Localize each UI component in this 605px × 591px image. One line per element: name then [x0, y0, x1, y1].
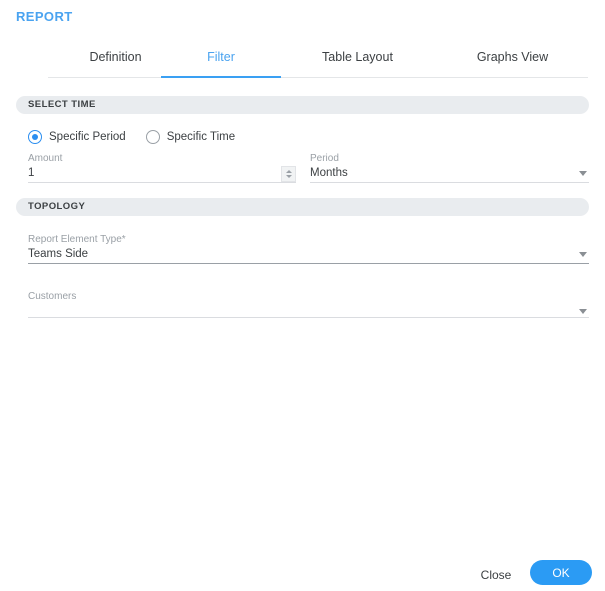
tab-filter-indicator [161, 76, 281, 78]
number-spinner-icon[interactable] [281, 166, 296, 182]
tab-graphs-view-label: Graphs View [476, 50, 549, 64]
page-title: REPORT [16, 9, 73, 24]
radio-specific-time-label: Specific Time [166, 131, 236, 143]
report-element-type-field: Report Element Type* Teams Side [28, 233, 589, 264]
amount-field: Amount 1 [28, 152, 296, 183]
chevron-down-icon[interactable] [579, 309, 587, 314]
chevron-down-icon[interactable] [579, 252, 587, 257]
radio-specific-period-label: Specific Period [49, 131, 126, 143]
period-underline [310, 182, 589, 183]
radio-specific-period[interactable]: Specific Period [28, 130, 126, 144]
customers-select-value[interactable] [28, 303, 589, 317]
report-element-type-underline [28, 263, 589, 264]
customers-field: Customers [28, 290, 589, 318]
tab-graphs-view-indicator [445, 76, 580, 78]
tab-table-layout-indicator [290, 76, 425, 78]
report-element-type-select-value[interactable]: Teams Side [28, 246, 589, 263]
period-field: Period Months [310, 152, 589, 183]
period-select-value[interactable]: Months [310, 165, 589, 182]
radio-specific-time[interactable]: Specific Time [145, 130, 236, 144]
customers-label: Customers [28, 291, 77, 302]
chevron-down-icon[interactable] [579, 171, 587, 176]
report-element-type-label: Report Element Type* [28, 234, 126, 245]
tab-graphs-view[interactable]: Graphs View [445, 46, 580, 78]
tab-filter-label: Filter [207, 50, 235, 64]
time-mode-radio-group: Specific Period Specific Time [28, 130, 255, 144]
amount-label: Amount [28, 153, 63, 164]
amount-underline [28, 182, 296, 183]
section-header-select-time: SELECT TIME [16, 96, 589, 114]
amount-input[interactable]: 1 [28, 165, 296, 182]
tab-filter[interactable]: Filter [161, 46, 281, 78]
tab-table-layout[interactable]: Table Layout [290, 46, 425, 78]
radio-unselected-icon [145, 130, 160, 144]
period-label: Period [310, 153, 339, 164]
customers-underline [28, 317, 589, 318]
ok-button[interactable]: OK [530, 560, 592, 585]
tab-table-layout-label: Table Layout [322, 50, 393, 64]
radio-selected-icon [28, 130, 42, 144]
section-header-topology: TOPOLOGY [16, 198, 589, 216]
close-button[interactable]: Close [470, 563, 522, 585]
tab-bar: Definition Filter Table Layout Graphs Vi… [0, 46, 605, 78]
